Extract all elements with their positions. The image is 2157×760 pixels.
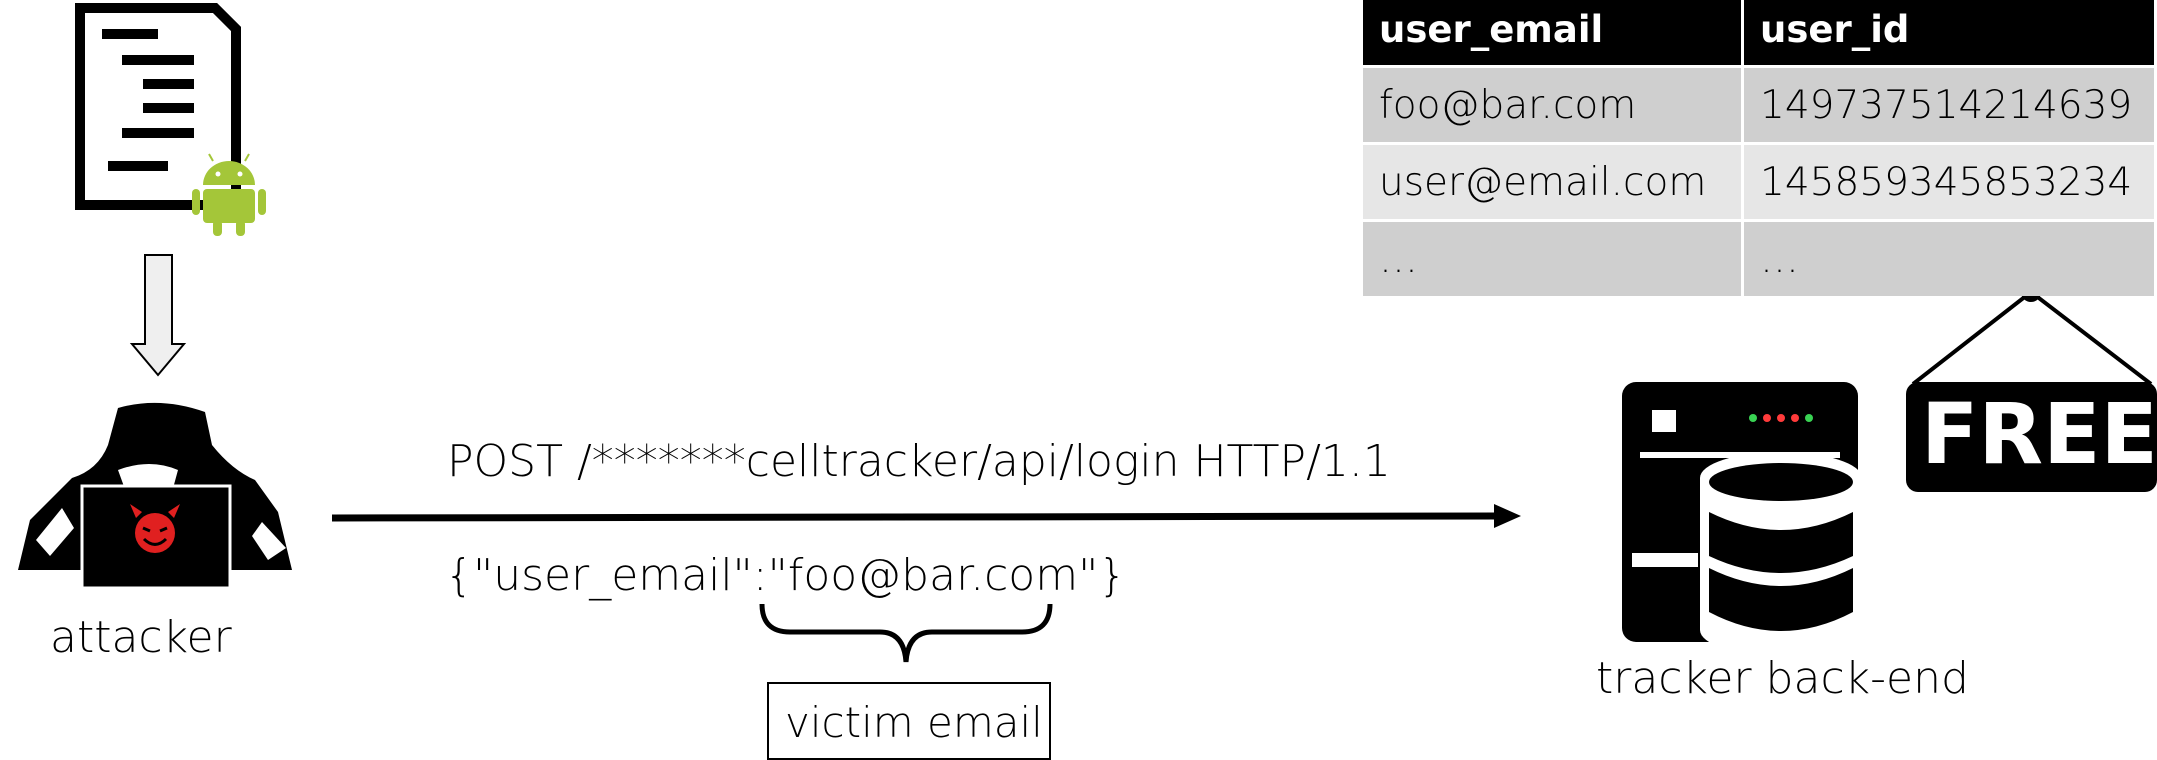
table-cell: 145859345853234 [1744, 145, 2154, 219]
android-icon [192, 153, 266, 236]
user-table: user_email user_id foo@bar.com 149737514… [1360, 0, 2157, 299]
victim-email-label: victim email [767, 682, 1051, 760]
attacker-label: attacker [50, 612, 232, 663]
tracker-label: tracker back-end [1596, 653, 1969, 704]
column-header-user-email: user_email [1363, 0, 1741, 65]
table-cell: 149737514214639 [1744, 68, 2154, 142]
request-body: {"user_email":"foo@bar.com"} [445, 550, 1127, 601]
table-header-row: user_email user_id [1363, 0, 2154, 65]
table-cell: … [1744, 222, 2154, 296]
table-cell: user@email.com [1363, 145, 1741, 219]
curly-brace [759, 603, 1053, 663]
free-sign-label: FREE [1921, 385, 2157, 483]
request-arrow [331, 504, 1521, 528]
request-line: POST /*******celltracker/api/login HTTP/… [447, 436, 1391, 487]
database-icon [1700, 452, 1862, 656]
column-header-user-id: user_id [1744, 0, 2154, 65]
table-row: user@email.com 145859345853234 [1363, 145, 2154, 219]
hacker-icon [18, 402, 292, 590]
table-cell: … [1363, 222, 1741, 296]
down-arrow-icon [129, 254, 187, 377]
table-row: … … [1363, 222, 2154, 296]
table-row: foo@bar.com 149737514214639 [1363, 68, 2154, 142]
table-cell: foo@bar.com [1363, 68, 1741, 142]
